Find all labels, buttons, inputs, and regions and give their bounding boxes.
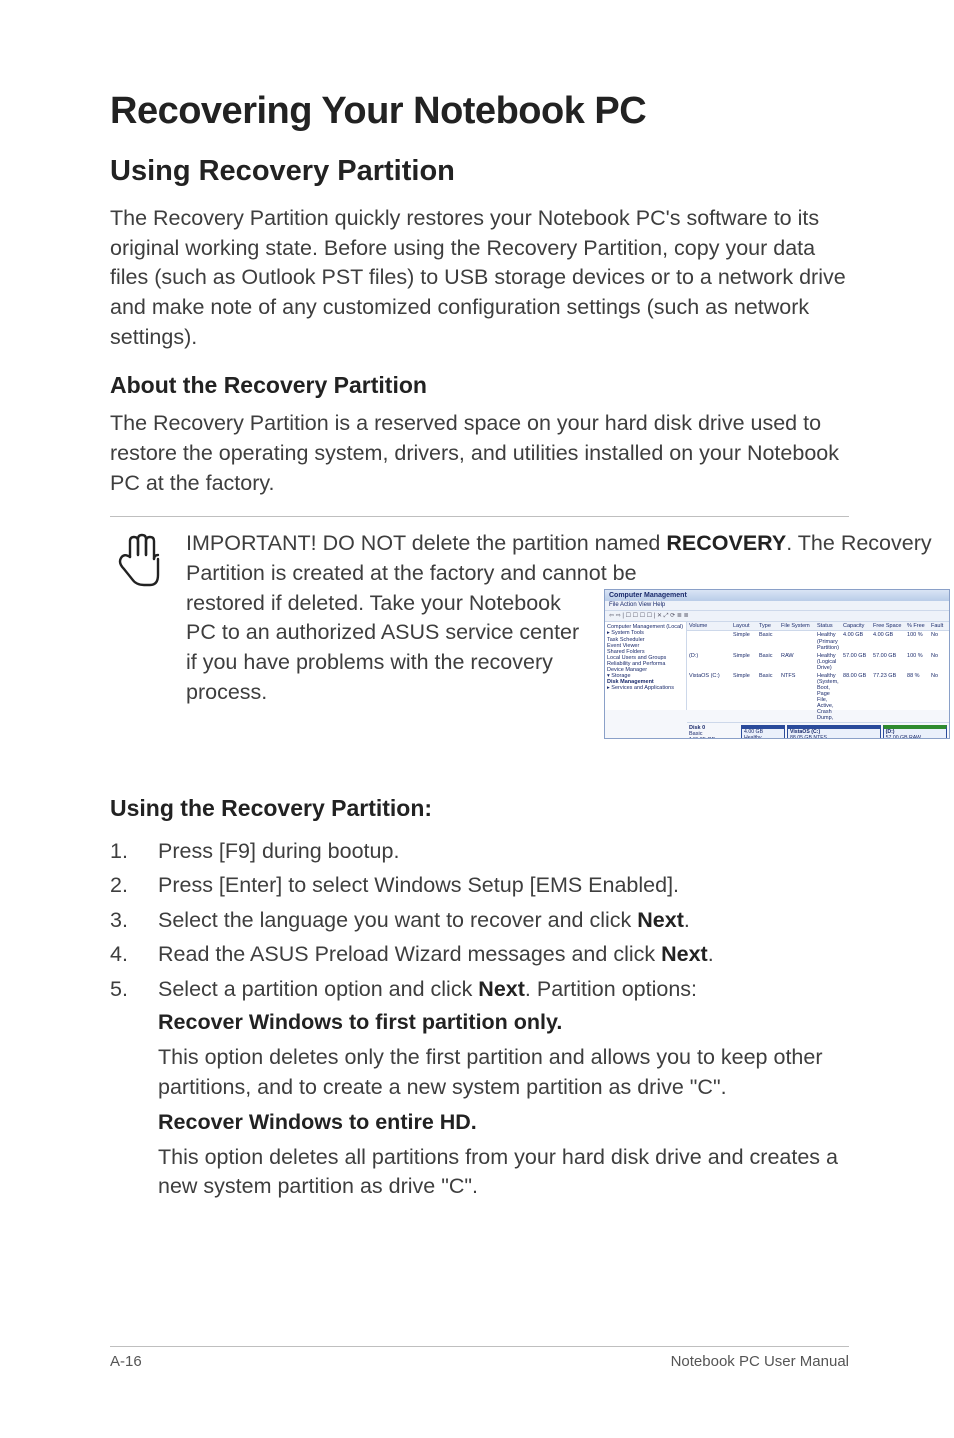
step-text: Press [Enter] to select Windows Setup [E… — [158, 870, 849, 901]
step-text: Select a partition option and click — [158, 977, 478, 1001]
section-heading-using-recovery: Using Recovery Partition — [110, 155, 849, 188]
step-number: 4. — [110, 939, 158, 970]
step-number: 1. — [110, 836, 158, 867]
step-item: 5. Select a partition option and click N… — [110, 974, 849, 1005]
dm-table-header: Volume Layout Type File System Status Ca… — [687, 622, 949, 631]
dm-partition-strip: Disk 0 Basic 149.05 GB Online 4.00 GB He… — [687, 722, 949, 738]
important-text-lead: IMPORTANT! DO NOT delete the partition n… — [186, 531, 666, 555]
step-item: 4. Read the ASUS Preload Wizard messages… — [110, 939, 849, 970]
option-body: This option deletes only the first parti… — [158, 1043, 849, 1101]
dm-window-title: Computer Management — [605, 590, 949, 602]
important-text-bold: RECOVERY — [666, 531, 786, 555]
footer-manual-title: Notebook PC User Manual — [671, 1353, 849, 1370]
disk-management-screenshot: Computer Management File Action View Hel… — [604, 589, 950, 739]
step-number: 5. — [110, 974, 158, 1005]
about-heading: About the Recovery Partition — [110, 372, 849, 399]
step-text: Press [F9] during bootup. — [158, 836, 849, 867]
footer-page-number: A-16 — [110, 1353, 142, 1370]
option-title: Recover Windows to first partition only. — [158, 1008, 849, 1037]
using-heading: Using the Recovery Partition: — [110, 795, 849, 822]
step-text-post: . Partition options: — [525, 977, 697, 1001]
about-paragraph: The Recovery Partition is a reserved spa… — [110, 409, 849, 498]
step-number: 3. — [110, 905, 158, 936]
option-title: Recover Windows to entire HD. — [158, 1108, 849, 1137]
step-text: Select the language you want to recover … — [158, 908, 637, 932]
dm-row: VistaOS (C:)SimpleBasicNTFSHealthy (Syst… — [687, 672, 949, 722]
step-bold: Next — [637, 908, 684, 932]
step-item: 3. Select the language you want to recov… — [110, 905, 849, 936]
important-callout: IMPORTANT! DO NOT delete the partition n… — [110, 516, 849, 738]
step-bold: Next — [661, 942, 708, 966]
caution-hand-icon — [110, 529, 166, 593]
step-text: Read the ASUS Preload Wizard messages an… — [158, 942, 661, 966]
dm-tree-item: ▸ Services and Applications — [607, 685, 684, 691]
page-title: Recovering Your Notebook PC — [110, 90, 849, 133]
step-item: 2. Press [Enter] to select Windows Setup… — [110, 870, 849, 901]
step-text-post: . — [684, 908, 690, 932]
dm-row: SimpleBasicHealthy (Primary Partition)4.… — [687, 631, 949, 651]
intro-paragraph: The Recovery Partition quickly restores … — [110, 204, 849, 352]
step-number: 2. — [110, 870, 158, 901]
step-bold: Next — [478, 977, 525, 1001]
option-body: This option deletes all partitions from … — [158, 1143, 849, 1201]
dm-row: (D:)SimpleBasicRAWHealthy (Logical Drive… — [687, 652, 949, 672]
dm-menu-bar: File Action View Help — [605, 601, 949, 611]
step-item: 1. Press [F9] during bootup. — [110, 836, 849, 867]
important-text-tail2: restored if deleted. Take your Notebook … — [186, 589, 586, 708]
dm-toolbar: ⇦ ⇨ | ☐ ☐ ☐ ☐ | ✕ ⤢ ⟳ ≣ ≣ — [605, 611, 949, 623]
dm-tree: Computer Management (Local) ▸ System Too… — [605, 622, 687, 710]
page-footer: A-16 Notebook PC User Manual — [110, 1346, 849, 1370]
step-text-post: . — [708, 942, 714, 966]
